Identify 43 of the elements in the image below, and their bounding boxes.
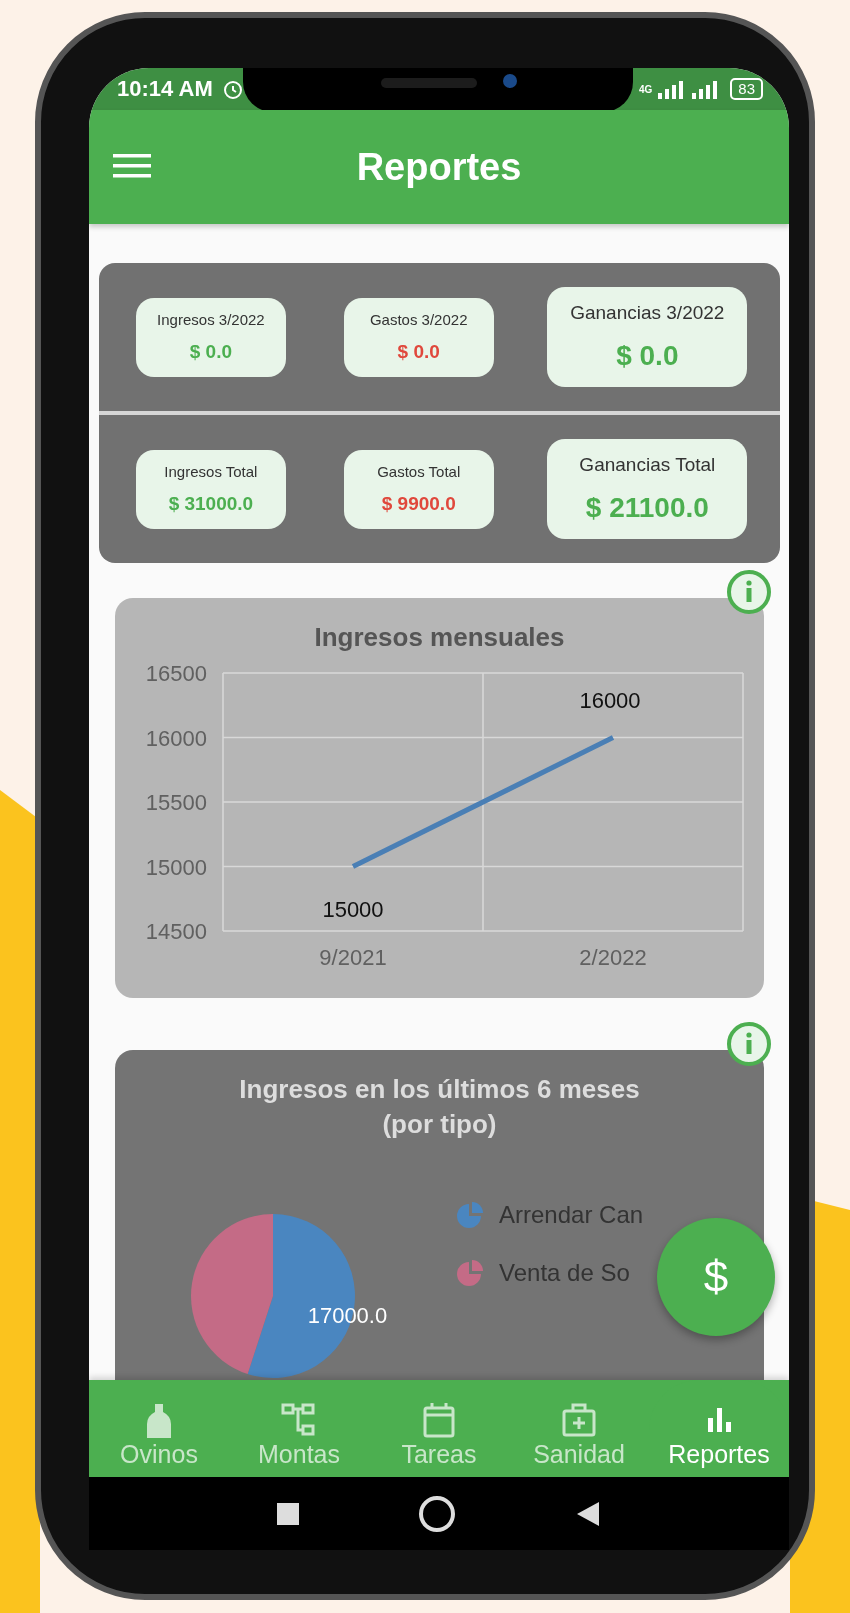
card-label: Gastos Total [377,462,461,480]
chart-title: Ingresos en los últimos 6 meses (por tipo) [238,1073,641,1142]
battery-level: 83 [730,78,763,100]
axis-label: 15000 [145,854,207,880]
back-icon[interactable] [575,1499,601,1528]
card-value: $ 21100.0 [585,491,709,524]
app-title: Reportes [356,145,522,189]
card-value: $ 0.0 [189,341,233,364]
slice-label: 17000.0 [307,1303,388,1329]
nav-tab[interactable]: Montas [229,1400,369,1477]
card-label: Ganancias Total [579,454,716,477]
home-icon[interactable] [419,1495,455,1532]
chart-title: Ingresos mensuales [313,621,566,654]
legend-label: Venta de So [499,1259,630,1288]
card-label: Ingresos 3/2022 [157,310,265,328]
nav-tab[interactable]: Sanidad [509,1400,649,1477]
status-time: 10:14 AM [117,76,213,102]
card-value: $ 31000.0 [168,493,254,516]
data-label: 15000 [322,896,384,922]
nav-tab[interactable]: Tareas [369,1400,509,1477]
nav-tab[interactable]: Reportes [649,1380,789,1477]
data-label: 16000 [579,687,641,713]
card-value: $ 0.0 [397,341,440,364]
axis-label: 16000 [145,725,207,751]
legend-label: Arrendar Can [499,1201,644,1230]
menu-icon[interactable] [113,154,151,178]
axis-label: 14500 [145,919,207,945]
info-icon[interactable] [726,569,772,615]
nav-tab[interactable]: Ovinos [89,1400,229,1477]
network-type: 4G [638,84,653,95]
card-label: Ganancias 3/2022 [570,302,725,325]
card-value: $ 0.0 [616,339,679,372]
axis-label: 2/2022 [579,945,647,971]
info-icon[interactable] [726,1021,772,1067]
recents-icon[interactable] [277,1502,299,1525]
card-value: $ 9900.0 [381,493,456,516]
legend-pie-icon [455,1258,485,1289]
axis-label: 16500 [145,661,207,687]
card-label: Gastos 3/2022 [369,310,468,328]
axis-label: 9/2021 [319,945,387,971]
legend-pie-icon [455,1200,485,1231]
axis-label: 15500 [145,790,207,816]
card-label: Ingresos Total [164,462,258,480]
